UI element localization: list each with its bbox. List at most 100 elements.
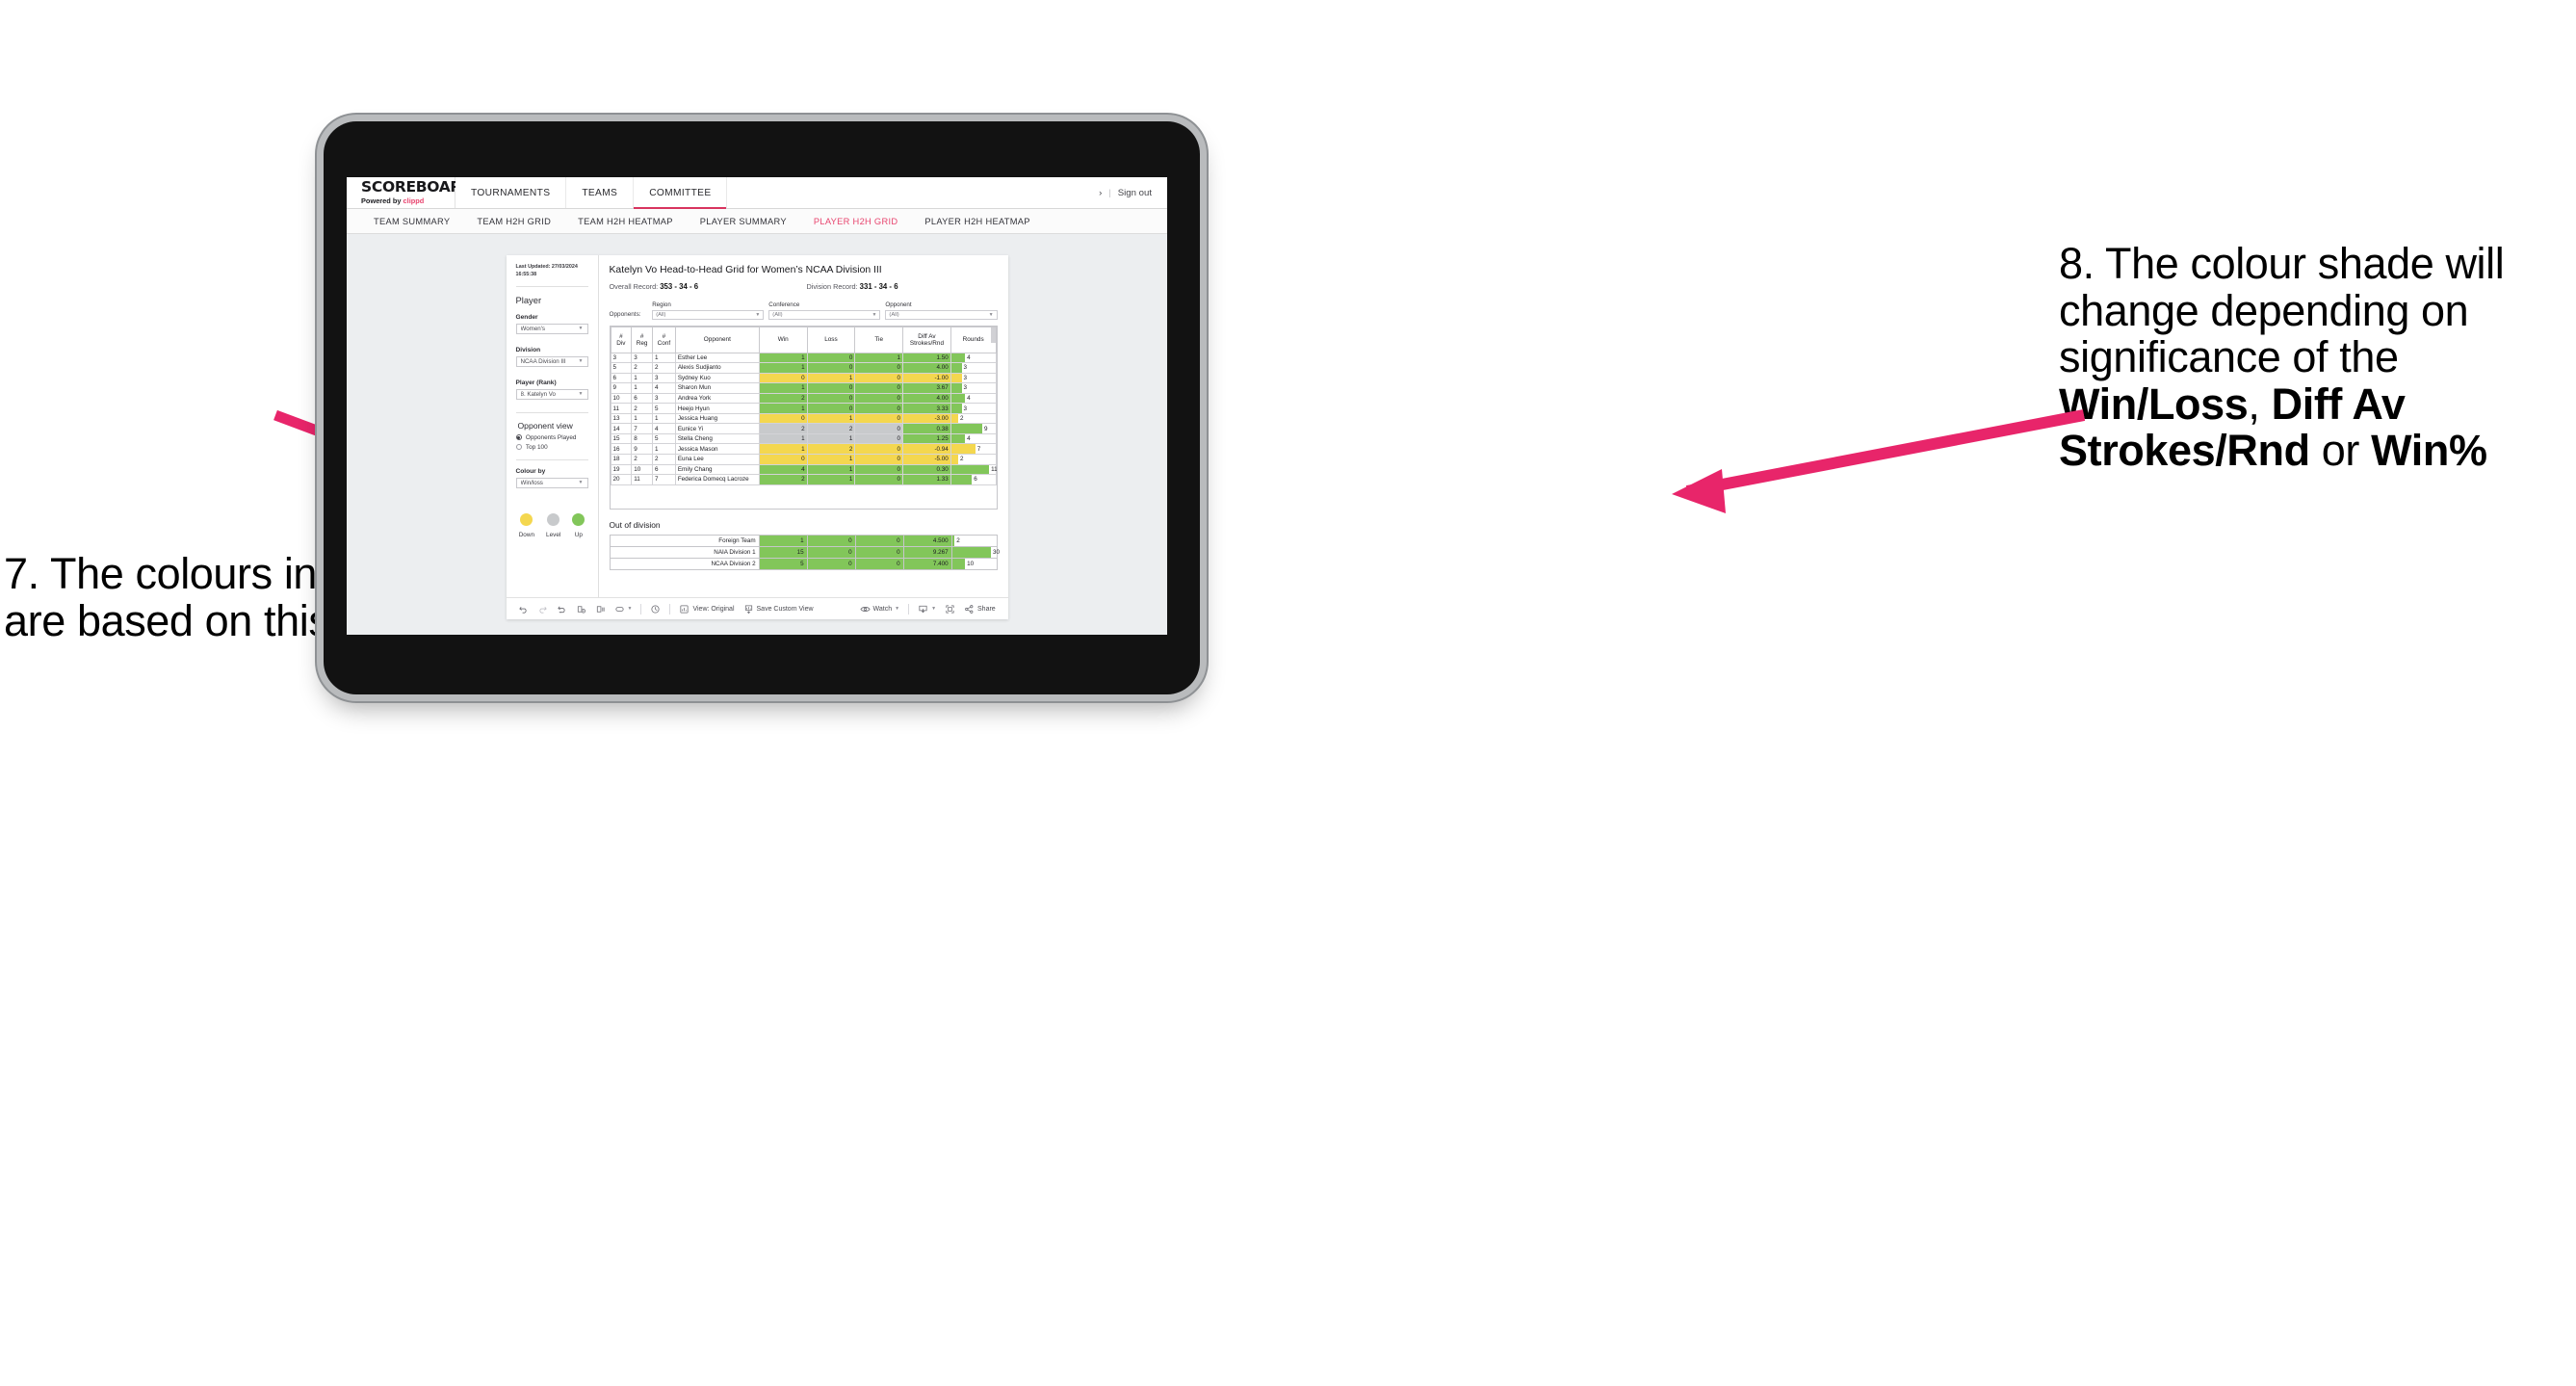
share-button[interactable]: Share <box>964 604 996 615</box>
table-row[interactable]: 16 9 1 Jessica Mason 1 2 0 -0.94 7 <box>610 443 997 455</box>
highlight-button[interactable]: ▼ <box>614 604 632 615</box>
cell-opponent: Esther Lee <box>674 352 760 364</box>
cell-win: 1 <box>758 382 808 394</box>
chevron-down-icon: ▼ <box>931 606 937 612</box>
table-row[interactable]: 5 2 2 Alexis Sudjianto 1 0 0 4.00 3 <box>610 362 997 374</box>
cell-win: 1 <box>758 403 808 414</box>
save-custom-view-label: Save Custom View <box>756 605 814 613</box>
table-body: 3 3 1 Esther Lee 1 0 1 1.50 4 5 2 2 Alexis Sudjianto… <box>610 352 997 485</box>
division-select[interactable]: NCAA Division III ▼ <box>515 355 588 367</box>
chevron-down-icon: ▼ <box>895 606 900 612</box>
table-row[interactable]: 13 1 1 Jessica Huang 0 1 0 -3.00 2 <box>610 412 997 425</box>
colour-by-select[interactable]: Win/loss ▼ <box>515 477 588 488</box>
annotation-right-sep1: , <box>2248 379 2272 429</box>
refresh-data-button[interactable] <box>576 604 586 615</box>
nav-tab-teams[interactable]: TEAMS <box>566 177 635 208</box>
column-header-diff-av-strokes-rnd[interactable]: Diff Av Strokes/Rnd <box>902 326 951 353</box>
table-row[interactable]: 14 7 4 Eunice Yi 2 2 0 0.38 9 <box>610 423 997 434</box>
nav-tab-tournaments[interactable]: TOURNAMENTS <box>455 177 567 208</box>
radio-top-100[interactable]: Top 100 <box>515 444 588 451</box>
chevron-down-icon: ▼ <box>578 391 584 398</box>
legend-item-up: Up <box>572 512 585 538</box>
h2h-grid-table: # Div # Reg # Conf Opponent Win Loss Tie Diff Av St… <box>610 326 997 485</box>
subtab-team-summary[interactable]: TEAM SUMMARY <box>360 217 463 226</box>
view-original-button[interactable]: View: Original <box>679 604 735 615</box>
column-header-rounds[interactable]: Rounds <box>950 326 997 353</box>
chevron-down-icon: ▼ <box>578 326 584 332</box>
save-custom-view-button[interactable]: Save Custom View <box>743 604 814 615</box>
download-button[interactable]: ▼ <box>918 604 936 615</box>
table-row[interactable]: 9 1 4 Sharon Mun 1 0 0 3.67 3 <box>610 382 997 394</box>
cell-div: 20 <box>610 474 633 485</box>
column-header-tie[interactable]: Tie <box>854 326 904 353</box>
table-row[interactable]: 10 6 3 Andrea York 2 0 0 4.00 4 <box>610 392 997 405</box>
table-row[interactable]: 6 1 3 Sydney Kuo 0 1 0 -1.00 3 <box>610 372 997 384</box>
region-select[interactable]: (All) ▼ <box>652 310 765 320</box>
cell-rounds: 4 <box>950 392 997 405</box>
last-updated-label: Last Updated: 27/03/2024 16:55:38 <box>515 264 578 277</box>
cell-reg: 2 <box>631 362 653 374</box>
cell-reg: 1 <box>631 412 653 425</box>
cell-div: 16 <box>610 443 633 455</box>
column-header-div[interactable]: # Div <box>610 326 633 353</box>
column-header-win[interactable]: Win <box>758 326 808 353</box>
cell-tie: 0 <box>854 362 904 374</box>
out-of-division-row[interactable]: NAIA Division 1 15 0 0 9.267 30 <box>609 545 1000 559</box>
cell-opponent: Federica Domecq Lacroze <box>674 474 760 485</box>
column-header-opponent[interactable]: Opponent <box>674 326 760 353</box>
subtab-team-h2h-grid[interactable]: TEAM H2H GRID <box>463 217 564 226</box>
rounds-value: 4 <box>967 353 971 361</box>
fullscreen-button[interactable] <box>945 604 955 615</box>
opponent-select[interactable]: (All) ▼ <box>885 310 998 320</box>
conference-select[interactable]: (All) ▼ <box>768 310 881 320</box>
cell-tie: 0 <box>854 372 904 384</box>
sign-out-button[interactable]: Sign out <box>1118 188 1152 198</box>
subtab-team-h2h-heatmap[interactable]: TEAM H2H HEATMAP <box>564 217 687 226</box>
grid-main: Katelyn Vo Head-to-Head Grid for Women’s… <box>599 255 1008 597</box>
player-rank-select[interactable]: 8. Katelyn Vo ▼ <box>515 388 588 400</box>
cell-diff: 4.500 <box>902 534 952 547</box>
nav-tab-tournaments-label: TOURNAMENTS <box>471 187 551 198</box>
table-row[interactable]: 3 3 1 Esther Lee 1 0 1 1.50 4 <box>610 352 997 364</box>
table-row[interactable]: 18 2 2 Euna Lee 0 1 0 -5.00 2 <box>610 453 997 465</box>
division-label: Division <box>515 346 541 353</box>
nav-tab-committee[interactable]: COMMITTEE <box>634 177 728 210</box>
cell-rounds: 2 <box>950 534 998 547</box>
pause-auto-update-button[interactable] <box>650 604 661 615</box>
rounds-value: 4 <box>967 435 971 443</box>
cell-reg: 11 <box>631 474 653 485</box>
arrow-right <box>1672 409 2086 513</box>
out-of-division-row[interactable]: NCAA Division 2 5 0 0 7.400 10 <box>609 557 998 571</box>
rounds-value: 10 <box>967 560 975 567</box>
redo-button[interactable] <box>537 604 548 615</box>
undo-button[interactable] <box>518 604 529 615</box>
subtab-player-h2h-heatmap[interactable]: PLAYER H2H HEATMAP <box>911 217 1043 226</box>
cell-rounds: 3 <box>950 362 997 374</box>
column-header-conf[interactable]: # Conf <box>652 326 676 353</box>
brand-logo[interactable]: SCOREBOARD Powered by clippd <box>347 177 474 208</box>
cell-conf: 2 <box>652 453 676 465</box>
watch-button[interactable]: Watch ▼ <box>859 604 900 615</box>
cell-conf: 4 <box>652 382 676 394</box>
out-of-division-row[interactable]: Foreign Team 1 0 0 4.500 2 <box>609 534 998 547</box>
table-row[interactable]: 20 11 7 Federica Domecq Lacroze 2 1 0 1.33 6 <box>610 474 997 485</box>
cell-opponent: Stella Cheng <box>674 432 760 445</box>
gender-select[interactable]: Women's ▼ <box>515 323 588 334</box>
table-row[interactable]: 11 2 5 Heejo Hyun 1 0 0 3.33 3 <box>610 403 997 414</box>
column-header-loss[interactable]: Loss <box>806 326 856 353</box>
table-row[interactable]: 19 10 6 Emily Chang 4 1 0 0.30 11 <box>610 463 997 476</box>
radio-opponents-played[interactable]: Opponents Played <box>515 434 588 441</box>
cell-win: 1 <box>758 432 808 445</box>
chevron-right-icon[interactable]: › <box>1099 188 1102 198</box>
revert-button[interactable] <box>557 604 567 615</box>
rounds-bar <box>950 444 976 454</box>
vertical-scrollbar[interactable] <box>990 327 996 343</box>
pause-updates-button[interactable] <box>595 604 606 615</box>
cell-conf: 2 <box>652 362 676 374</box>
column-header-reg[interactable]: # Reg <box>631 326 653 353</box>
rounds-value: 3 <box>963 364 968 372</box>
table-row[interactable]: 15 8 5 Stella Cheng 1 1 0 1.25 4 <box>610 432 997 445</box>
subtab-player-h2h-grid[interactable]: PLAYER H2H GRID <box>800 217 912 226</box>
subtab-player-summary[interactable]: PLAYER SUMMARY <box>687 217 800 226</box>
cell-loss: 1 <box>806 453 856 465</box>
